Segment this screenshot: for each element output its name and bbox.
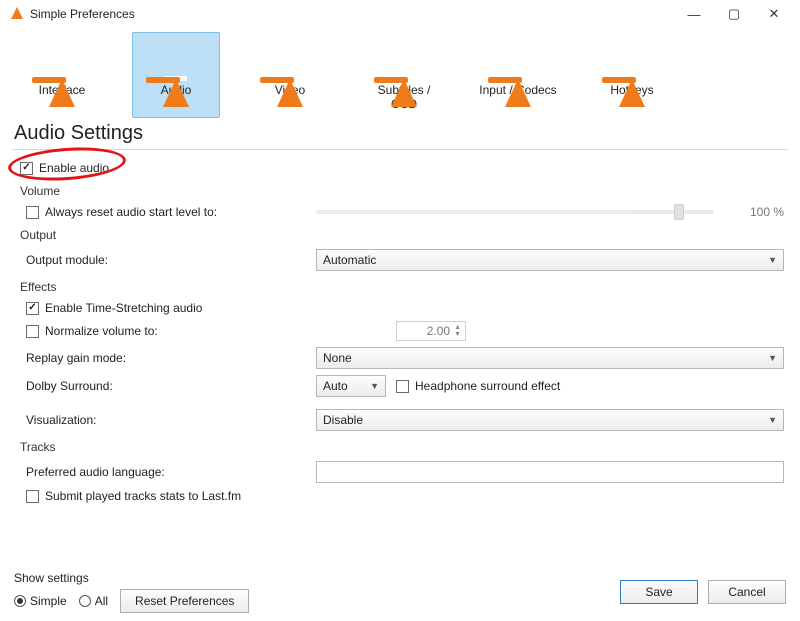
- checkbox-icon: [396, 380, 409, 393]
- start-level-value: 100 %: [734, 205, 784, 219]
- preferred-language-input[interactable]: [316, 461, 784, 483]
- mode-all-label: All: [95, 594, 108, 608]
- section-volume-title: Volume: [20, 184, 786, 198]
- checkbox-icon: [26, 206, 39, 219]
- category-interface[interactable]: Interface: [18, 32, 106, 118]
- dolby-label: Dolby Surround:: [26, 379, 306, 393]
- category-input-codecs[interactable]: Input / Codecs: [474, 32, 562, 118]
- normalize-label: Normalize volume to:: [45, 324, 158, 338]
- radio-icon: [14, 595, 26, 607]
- select-value: Disable: [323, 413, 363, 427]
- divider: [12, 149, 788, 150]
- page-heading: Audio Settings: [0, 120, 800, 149]
- select-value: Automatic: [323, 253, 376, 267]
- chevron-down-icon: ▼: [768, 353, 777, 363]
- mode-all-radio[interactable]: All: [79, 594, 108, 608]
- reset-preferences-button[interactable]: Reset Preferences: [120, 589, 249, 613]
- slider-thumb-icon: [674, 204, 684, 220]
- category-bar: Interface Audio Video Subtitles / OSD In…: [0, 28, 800, 120]
- mode-simple-radio[interactable]: Simple: [14, 594, 67, 608]
- spinner-value: 2.00: [427, 324, 450, 338]
- headphone-surround-checkbox[interactable]: Headphone surround effect: [396, 379, 560, 393]
- mode-simple-label: Simple: [30, 594, 67, 608]
- headphone-surround-label: Headphone surround effect: [415, 379, 560, 393]
- category-subtitles[interactable]: Subtitles / OSD: [360, 32, 448, 118]
- visualization-label: Visualization:: [26, 413, 306, 427]
- cancel-button[interactable]: Cancel: [708, 580, 786, 604]
- cone-subtitle-icon: [380, 37, 428, 79]
- minimize-button[interactable]: —: [674, 3, 714, 25]
- checkbox-icon: [26, 325, 39, 338]
- save-button[interactable]: Save: [620, 580, 698, 604]
- app-icon: [10, 7, 24, 21]
- lastfm-label: Submit played tracks stats to Last.fm: [45, 489, 241, 503]
- checkbox-icon: [26, 490, 39, 503]
- category-hotkeys[interactable]: Hotkeys: [588, 32, 676, 118]
- always-reset-checkbox[interactable]: Always reset audio start level to:: [26, 205, 306, 219]
- section-output-title: Output: [20, 228, 786, 242]
- checkbox-icon: [20, 162, 33, 175]
- chevron-down-icon: ▼: [370, 381, 379, 391]
- replay-gain-select[interactable]: None ▼: [316, 347, 784, 369]
- normalize-checkbox[interactable]: Normalize volume to:: [26, 324, 306, 338]
- cone-icon: [38, 37, 86, 79]
- cone-disc-icon: [494, 37, 542, 79]
- start-level-slider[interactable]: [316, 210, 714, 214]
- checkbox-icon: [26, 302, 39, 315]
- radio-icon: [79, 595, 91, 607]
- replay-gain-label: Replay gain mode:: [26, 351, 306, 365]
- output-module-select[interactable]: Automatic ▼: [316, 249, 784, 271]
- normalize-value-spinner[interactable]: 2.00 ▲▼: [396, 321, 466, 341]
- spinner-arrows-icon: ▲▼: [454, 324, 461, 338]
- dolby-select[interactable]: Auto ▼: [316, 375, 386, 397]
- output-module-label: Output module:: [26, 253, 306, 267]
- show-settings-label: Show settings: [14, 571, 249, 585]
- enable-audio-checkbox[interactable]: Enable audio: [20, 161, 109, 175]
- chevron-down-icon: ▼: [768, 255, 777, 265]
- always-reset-label: Always reset audio start level to:: [45, 205, 217, 219]
- window-title: Simple Preferences: [30, 7, 135, 21]
- cone-film-icon: [266, 37, 314, 79]
- close-button[interactable]: ✕: [754, 3, 794, 25]
- maximize-button[interactable]: ▢: [714, 3, 754, 25]
- select-value: Auto: [323, 379, 348, 393]
- select-value: None: [323, 351, 352, 365]
- section-effects-title: Effects: [20, 280, 786, 294]
- chevron-down-icon: ▼: [768, 415, 777, 425]
- cone-headphones-icon: [152, 37, 200, 79]
- time-stretch-label: Enable Time-Stretching audio: [45, 301, 202, 315]
- visualization-select[interactable]: Disable ▼: [316, 409, 784, 431]
- section-tracks-title: Tracks: [20, 440, 786, 454]
- time-stretch-checkbox[interactable]: Enable Time-Stretching audio: [26, 301, 202, 315]
- footer: Show settings Simple All Reset Preferenc…: [0, 571, 800, 613]
- category-audio[interactable]: Audio: [132, 32, 220, 118]
- lastfm-checkbox[interactable]: Submit played tracks stats to Last.fm: [26, 489, 241, 503]
- titlebar: Simple Preferences — ▢ ✕: [0, 0, 800, 28]
- cone-keyboard-icon: [608, 37, 656, 79]
- category-video[interactable]: Video: [246, 32, 334, 118]
- enable-audio-label: Enable audio: [39, 161, 109, 175]
- preferred-language-label: Preferred audio language:: [26, 465, 306, 479]
